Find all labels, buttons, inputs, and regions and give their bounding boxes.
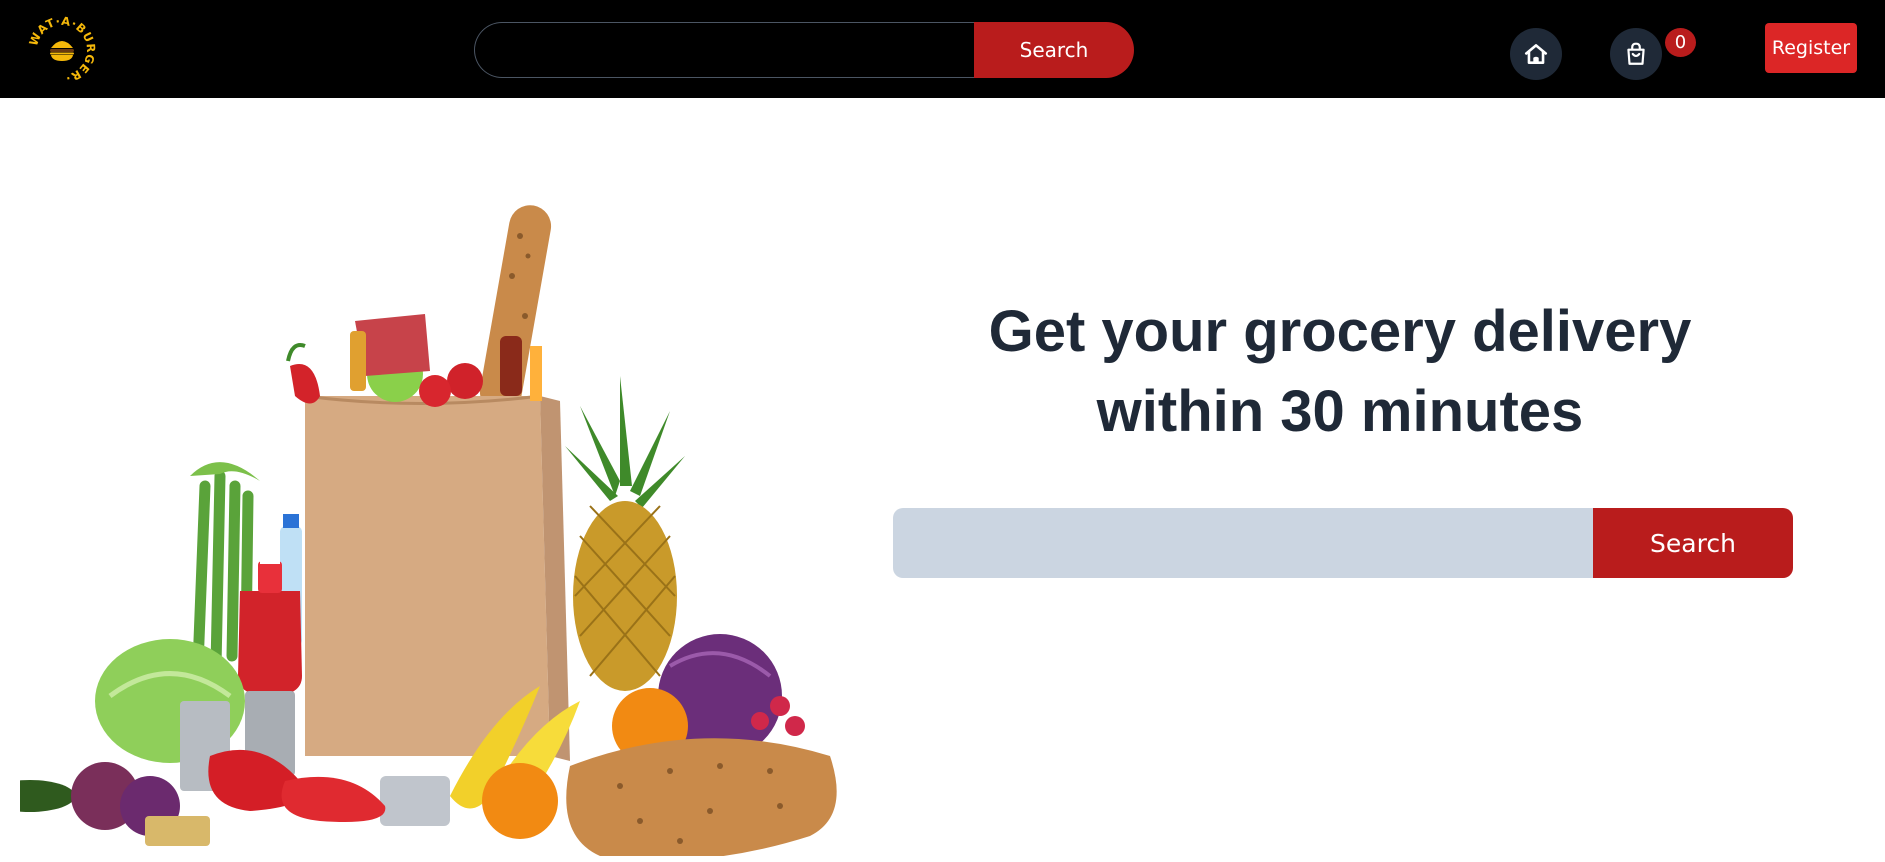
- register-button[interactable]: Register: [1765, 23, 1857, 73]
- hero-title: Get your grocery delivery within 30 minu…: [900, 292, 1780, 452]
- home-button[interactable]: [1510, 28, 1562, 80]
- hero-search-form: Search: [893, 508, 1793, 578]
- hero-title-line-2: within 30 minutes: [1096, 379, 1584, 444]
- cart-button[interactable]: [1610, 28, 1662, 80]
- home-icon: [1524, 44, 1548, 64]
- burger-icon: WAT·A·BURGER·: [26, 14, 97, 86]
- hero-search-button[interactable]: Search: [1593, 508, 1793, 578]
- navbar-search-form: Search: [474, 22, 1134, 78]
- navbar-search-input[interactable]: [474, 22, 974, 78]
- shopping-bag-icon: [1627, 42, 1645, 65]
- hero-title-line-1: Get your grocery delivery: [988, 299, 1692, 364]
- navbar-search-button[interactable]: Search: [974, 22, 1134, 78]
- hero-search-input[interactable]: [893, 508, 1593, 578]
- grocery-bag-image: [20, 205, 837, 856]
- cart-count-badge: 0: [1665, 28, 1696, 57]
- brand-logo[interactable]: WAT·A·BURGER·: [26, 14, 98, 86]
- top-navbar: WAT·A·BURGER· Search 0 Register: [0, 0, 1885, 98]
